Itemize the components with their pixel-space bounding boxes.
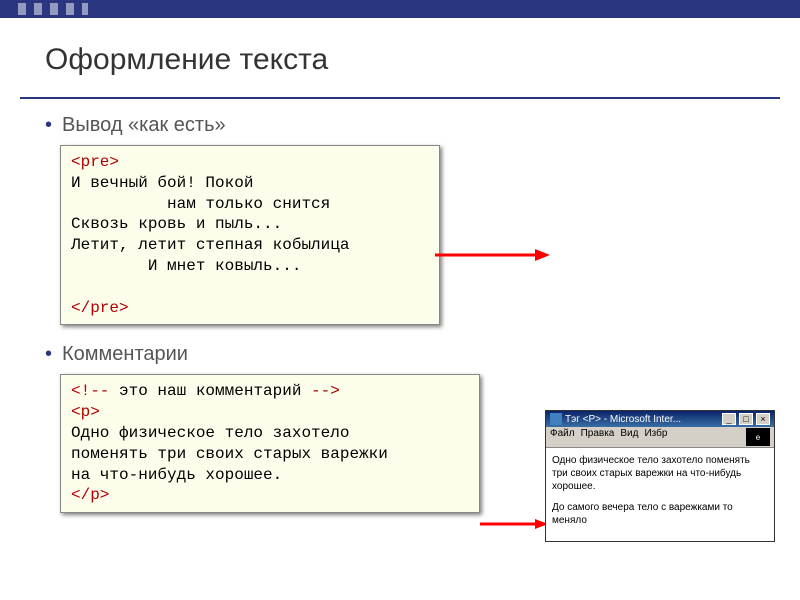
maximize-button[interactable]: □ bbox=[739, 413, 753, 425]
code2-body: Одно физическое тело захотело поменять т… bbox=[71, 424, 388, 484]
menu-file[interactable]: Файл bbox=[550, 428, 575, 446]
code1-body: И вечный бой! Покой нам только снится Ск… bbox=[71, 174, 349, 275]
p-close-tag: </p> bbox=[71, 486, 109, 504]
bullet-dot-2: • bbox=[45, 343, 52, 365]
pre-close-tag: </pre> bbox=[71, 299, 129, 317]
bullet-1-text: Вывод «как есть» bbox=[62, 114, 226, 136]
menu-favorites[interactable]: Избр bbox=[644, 428, 667, 446]
code-box-2-wrap: <!-- это наш комментарий --> <p> Одно фи… bbox=[60, 374, 480, 513]
ie-throbber-icon: e bbox=[746, 428, 770, 446]
bullet-dot: • bbox=[45, 114, 52, 136]
code-box-1-wrap: <pre> И вечный бой! Покой нам только сни… bbox=[60, 145, 440, 325]
bullet-2-text: Комментарии bbox=[62, 343, 188, 365]
browser-paragraph-2: До самого вечера тело с варежками то мен… bbox=[552, 501, 768, 527]
browser-menubar: Файл Правка Вид Избр e bbox=[546, 427, 774, 448]
arrow-1 bbox=[435, 245, 555, 265]
slide-number: 40 bbox=[772, 2, 790, 20]
arrow-2 bbox=[480, 517, 550, 531]
title-underline bbox=[20, 97, 780, 99]
comment-open: <!-- bbox=[71, 382, 109, 400]
browser-title-text: Тэг <P> - Microsoft Inter... bbox=[565, 414, 719, 425]
minimize-button[interactable]: _ bbox=[722, 413, 736, 425]
browser-content: Одно физическое тело захотело поменять т… bbox=[546, 448, 774, 541]
browser-paragraph-1: Одно физическое тело захотело поменять т… bbox=[552, 454, 768, 493]
slide-top-bar bbox=[0, 0, 800, 18]
bullet-1: • Вывод «как есть» bbox=[45, 114, 800, 137]
comment-text: это наш комментарий bbox=[109, 382, 311, 400]
menu-edit[interactable]: Правка bbox=[581, 428, 615, 446]
slide-title: Оформление текста bbox=[45, 43, 800, 77]
pre-open-tag: <pre> bbox=[71, 153, 119, 171]
code-box-1: <pre> И вечный бой! Покой нам только сни… bbox=[60, 145, 440, 325]
bullet-2: • Комментарии bbox=[45, 343, 800, 366]
browser-titlebar: Тэг <P> - Microsoft Inter... _ □ × bbox=[546, 411, 774, 427]
ie-icon bbox=[550, 413, 562, 425]
comment-close: --> bbox=[311, 382, 340, 400]
close-button[interactable]: × bbox=[756, 413, 770, 425]
menu-view[interactable]: Вид bbox=[620, 428, 638, 446]
code-box-2: <!-- это наш комментарий --> <p> Одно фи… bbox=[60, 374, 480, 513]
browser-preview: Тэг <P> - Microsoft Inter... _ □ × Файл … bbox=[545, 410, 775, 542]
p-open-tag: <p> bbox=[71, 403, 100, 421]
